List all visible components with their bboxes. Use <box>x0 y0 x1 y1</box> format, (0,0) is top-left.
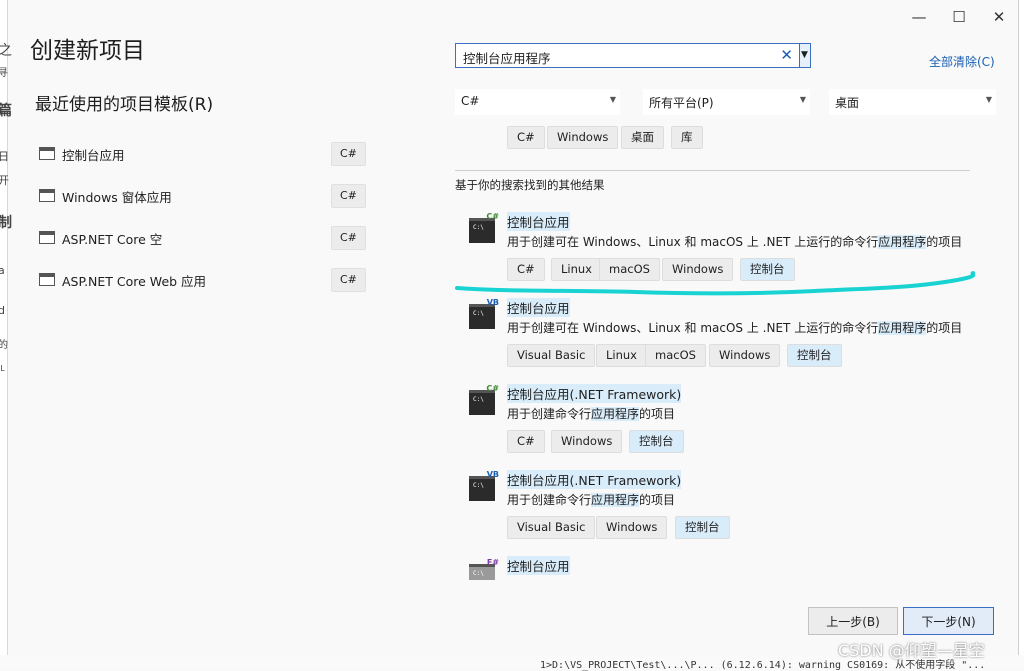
language-badge: VB <box>486 298 499 307</box>
back-button[interactable]: 上一步(B) <box>808 607 898 635</box>
recent-template-item[interactable]: Windows 窗体应用 C# <box>34 184 366 208</box>
platform-filter[interactable]: 所有平台(P) ▼ <box>643 89 810 115</box>
language-badge: C# <box>486 212 499 221</box>
template-description: 用于创建命令行应用程序的项目 <box>507 407 676 421</box>
language-filter-value: C# <box>461 94 480 108</box>
tag: 控制台 <box>629 430 684 453</box>
search-history-dropdown[interactable]: ▼ <box>799 43 811 68</box>
console-app-icon <box>39 147 55 160</box>
template-result[interactable]: C:\ VB 控制台应用(.NET Framework) 用于创建命令行应用程序的… <box>469 470 989 550</box>
aspnet-web-icon <box>39 273 55 286</box>
template-result[interactable]: C:\ C# 控制台应用(.NET Framework) 用于创建命令行应用程序的… <box>469 384 989 464</box>
recent-template-label: ASP.NET Core 空 <box>62 232 163 247</box>
template-description: 用于创建可在 Windows、Linux 和 macOS 上 .NET 上运行的… <box>507 235 963 249</box>
recent-template-item[interactable]: ASP.NET Core 空 C# <box>34 226 366 250</box>
chevron-down-icon: ▼ <box>801 50 808 60</box>
template-name: 控制台应用 <box>507 556 570 575</box>
background-text: d <box>0 304 5 317</box>
platform-filter-value: 所有平台(P) <box>649 96 714 110</box>
template-description: 用于创建命令行应用程序的项目 <box>507 493 676 507</box>
watermark: CSDN @仰望—星空 <box>838 641 985 660</box>
console-app-icon: C:\ C# <box>469 384 499 415</box>
tag: 控制台 <box>740 258 795 281</box>
tag: Linux <box>551 258 602 281</box>
recent-template-label: ASP.NET Core Web 应用 <box>62 274 207 289</box>
project-type-filter-value: 桌面 <box>835 96 860 110</box>
chevron-down-icon: ▼ <box>609 95 616 104</box>
tag: Windows <box>596 516 668 539</box>
language-tag: C# <box>331 142 366 166</box>
tag: Windows <box>547 126 619 149</box>
background-text: IL <box>0 364 5 373</box>
background-text: 寻 <box>0 68 8 79</box>
tag: 控制台 <box>675 516 730 539</box>
minimize-icon[interactable]: — <box>907 6 931 28</box>
recent-template-label: 控制台应用 <box>62 148 125 163</box>
tag: 库 <box>671 126 703 149</box>
console-app-icon: C:\ VB <box>469 470 499 501</box>
tag: Visual Basic <box>507 516 596 539</box>
tag: C# <box>507 430 545 453</box>
language-badge: VB <box>486 470 499 479</box>
aspnet-empty-icon <box>39 231 55 244</box>
page-title: 创建新项目 <box>30 38 145 64</box>
tag: 桌面 <box>621 126 664 149</box>
maximize-icon[interactable]: ☐ <box>947 6 971 28</box>
language-badge: F# <box>486 558 499 567</box>
chevron-down-icon: ▼ <box>985 95 992 104</box>
windows-forms-icon <box>39 189 55 202</box>
background-text: 的 <box>0 340 8 351</box>
chevron-down-icon: ▼ <box>799 95 806 104</box>
template-description: 用于创建可在 Windows、Linux 和 macOS 上 .NET 上运行的… <box>507 321 963 335</box>
recent-templates-heading: 最近使用的项目模板(R) <box>35 95 214 115</box>
template-result[interactable]: C:\ F# 控制台应用 <box>469 556 989 580</box>
recent-template-label: Windows 窗体应用 <box>62 190 172 205</box>
tag: C# <box>507 126 545 149</box>
tag: 控制台 <box>787 344 842 367</box>
clear-search-icon[interactable]: ✕ <box>780 46 793 64</box>
language-tag: C# <box>331 184 366 208</box>
template-name: 控制台应用 <box>507 212 570 231</box>
language-tag: C# <box>331 226 366 250</box>
tag: Windows <box>709 344 781 367</box>
close-icon[interactable]: ✕ <box>987 6 1011 28</box>
partial-template-tags: C# Windows 桌面 库 <box>507 126 807 149</box>
background-text: a <box>0 264 5 277</box>
language-tag: C# <box>331 268 366 292</box>
background-window-right <box>1018 0 1024 667</box>
recent-template-item[interactable]: 控制台应用 C# <box>34 142 366 166</box>
tag: macOS <box>599 258 660 281</box>
console-app-icon: C:\ C# <box>469 212 499 243</box>
tag: macOS <box>645 344 706 367</box>
clear-all-link[interactable]: 全部清除(C) <box>929 53 995 70</box>
tag: Linux <box>596 344 647 367</box>
console-app-icon: C:\ F# <box>469 558 499 580</box>
tag: Visual Basic <box>507 344 596 367</box>
other-results-heading: 基于你的搜索找到的其他结果 <box>455 178 605 192</box>
divider <box>455 170 970 171</box>
tag: C# <box>507 258 545 281</box>
recent-template-item[interactable]: ASP.NET Core Web 应用 C# <box>34 268 366 292</box>
background-text: 日 <box>0 150 9 163</box>
tag: Windows <box>551 430 623 453</box>
next-button[interactable]: 下一步(N) <box>903 607 994 635</box>
template-name: 控制台应用 <box>507 298 570 317</box>
template-result[interactable]: C:\ VB 控制台应用 用于创建可在 Windows、Linux 和 macOS… <box>469 298 989 378</box>
template-result[interactable]: C:\ C# 控制台应用 用于创建可在 Windows、Linux 和 macOS… <box>469 212 989 292</box>
language-filter[interactable]: C# ▼ <box>455 89 620 115</box>
search-input[interactable]: 控制台应用程序 ✕ <box>455 43 800 68</box>
project-type-filter[interactable]: 桌面 ▼ <box>829 89 996 115</box>
template-name: 控制台应用(.NET Framework) <box>507 384 682 403</box>
tag: Windows <box>662 258 734 281</box>
search-input-value: 控制台应用程序 <box>463 51 551 66</box>
background-text: 开 <box>0 174 9 187</box>
background-text: 篇 <box>0 103 12 119</box>
template-name: 控制台应用(.NET Framework) <box>507 470 682 489</box>
background-text: 制 <box>0 215 12 231</box>
background-text: 之 <box>0 43 12 59</box>
language-badge: C# <box>486 384 499 393</box>
console-app-icon: C:\ VB <box>469 298 499 329</box>
